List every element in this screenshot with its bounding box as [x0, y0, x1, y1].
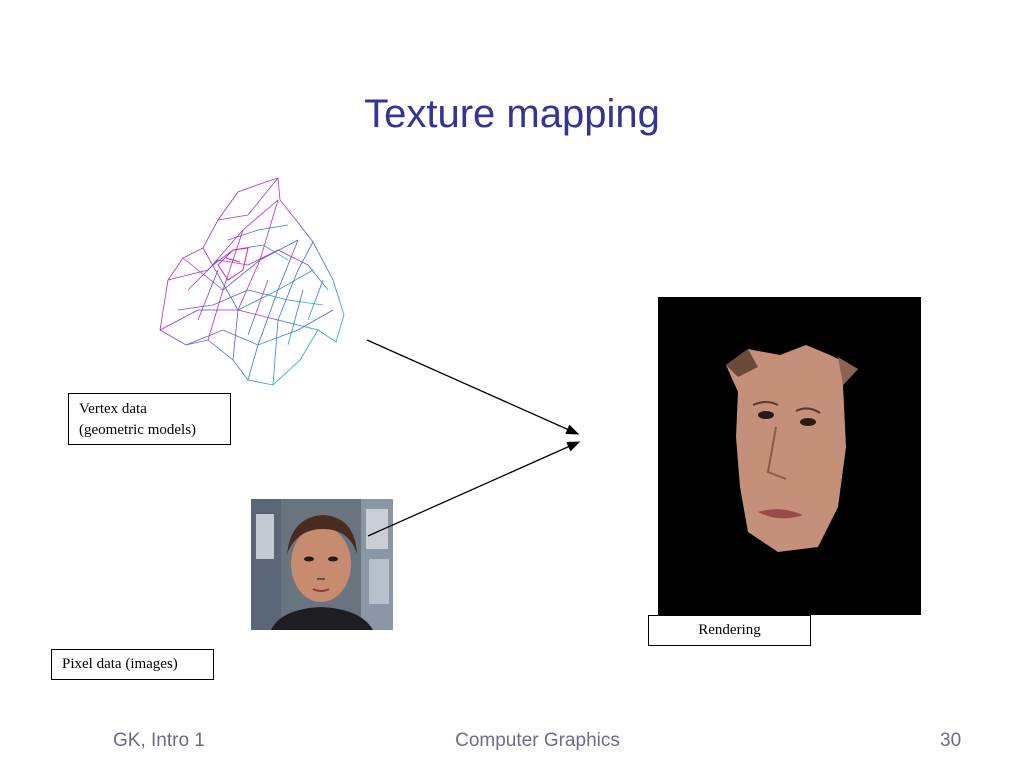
slide-number: 30	[940, 730, 962, 751]
vertex-data-label: Vertex data (geometric models)	[68, 393, 231, 445]
vertex-label-line1: Vertex data	[79, 401, 147, 417]
rendering-label: Rendering	[648, 615, 811, 646]
rendering-image	[658, 297, 921, 615]
pixel-data-label: Pixel data (images)	[51, 649, 214, 680]
face-photo-image	[251, 499, 393, 630]
arrow-vertex-to-render	[366, 339, 580, 435]
vertex-label-line2: (geometric models)	[79, 422, 197, 438]
wireframe-mesh-image	[159, 177, 345, 386]
footer-center-text: Computer Graphics	[455, 730, 620, 751]
slide-title: Texture mapping	[364, 92, 660, 136]
arrow-pixel-to-render	[367, 441, 581, 537]
